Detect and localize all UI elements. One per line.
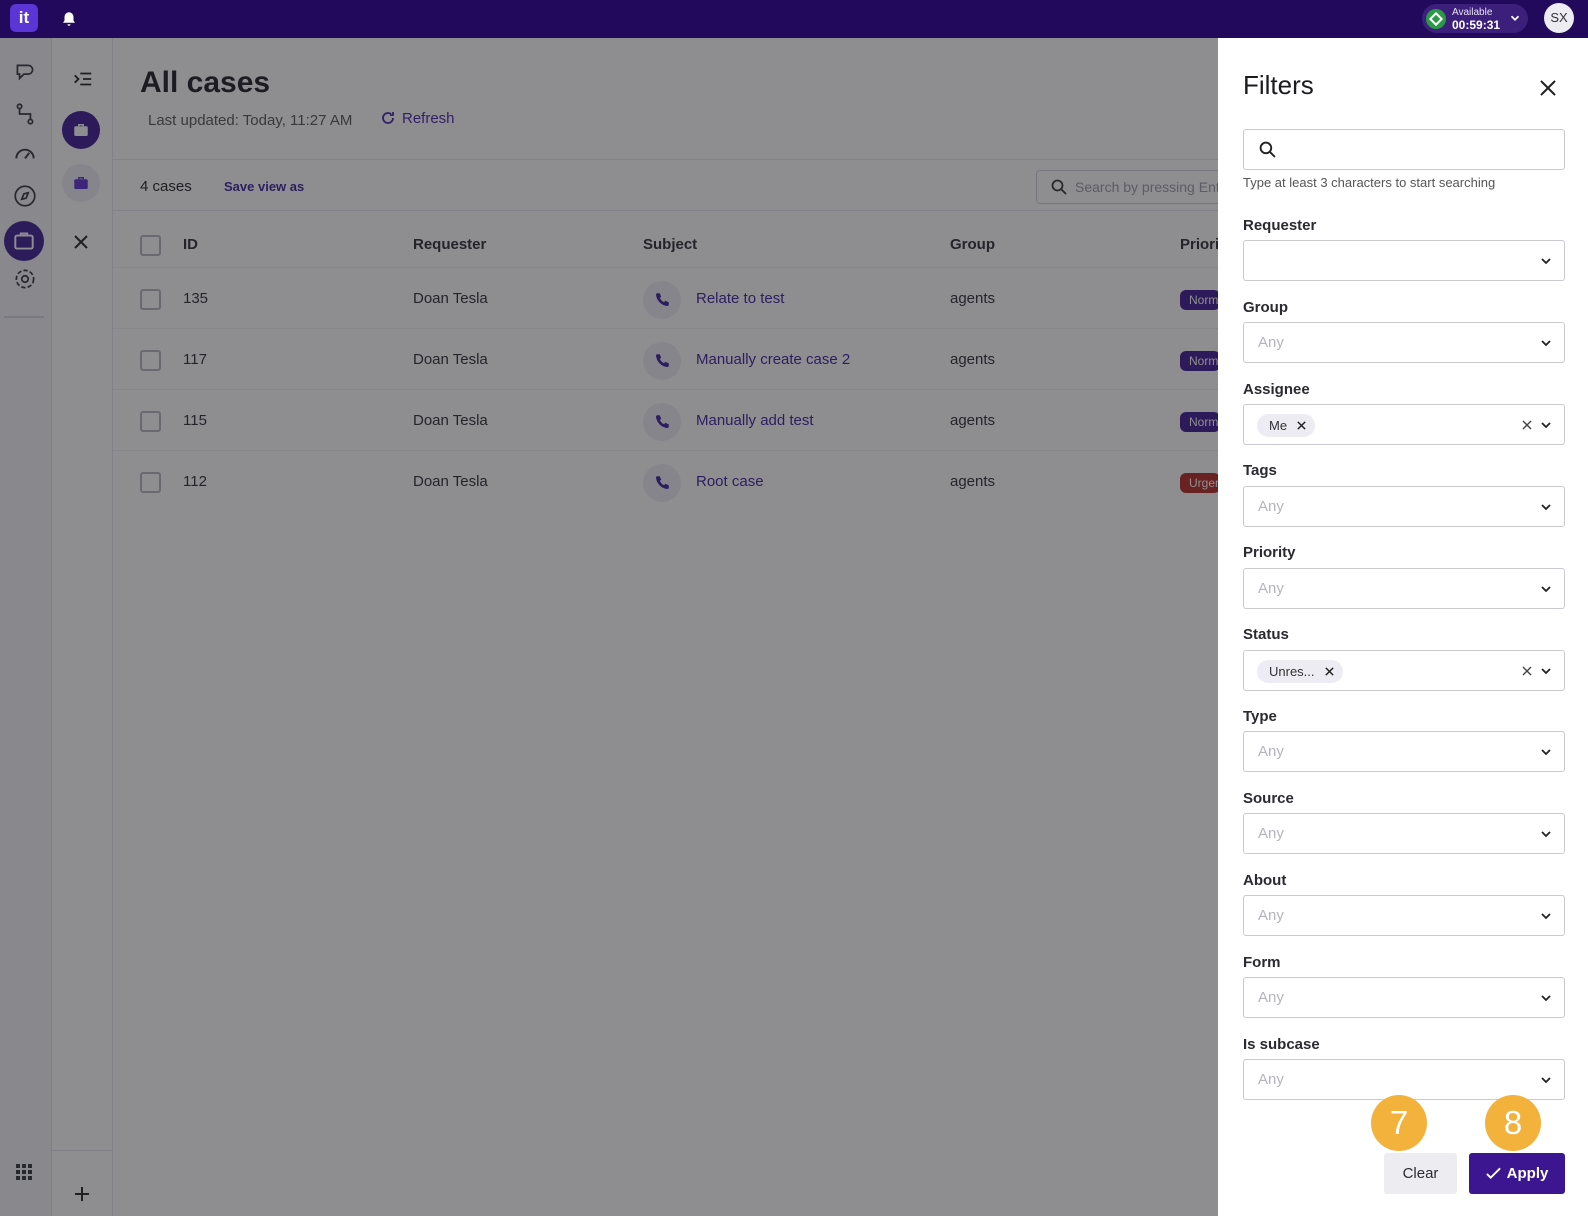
chevron-down-icon xyxy=(1510,15,1520,21)
form-placeholder: Any xyxy=(1258,989,1284,1006)
remove-chip-icon[interactable] xyxy=(1296,420,1307,431)
priority-label: Priority xyxy=(1243,544,1296,561)
status-select[interactable]: Unres... xyxy=(1243,650,1565,691)
chevron-down-icon xyxy=(1541,340,1551,347)
assignee-chip[interactable]: Me xyxy=(1257,414,1316,437)
form-select[interactable]: Any xyxy=(1243,977,1565,1018)
chevron-down-icon xyxy=(1541,995,1551,1002)
available-status-icon xyxy=(1426,9,1446,29)
clear-button[interactable]: Clear xyxy=(1384,1153,1457,1194)
tags-select[interactable]: Any xyxy=(1243,486,1565,527)
group-select[interactable]: Any xyxy=(1243,322,1565,363)
search-hint: Type at least 3 characters to start sear… xyxy=(1243,175,1496,190)
filters-search-input[interactable] xyxy=(1243,129,1565,170)
chevron-down-icon xyxy=(1541,586,1551,593)
apply-label: Apply xyxy=(1506,1165,1549,1182)
app-logo[interactable]: it xyxy=(10,4,38,32)
availability-label: Available xyxy=(1452,7,1493,18)
top-bar: it Available 00:59:31 SX xyxy=(0,0,1588,38)
requester-label: Requester xyxy=(1243,217,1317,234)
status-chip-label: Unres... xyxy=(1269,664,1315,679)
availability-timer: 00:59:31 xyxy=(1452,18,1501,32)
user-avatar[interactable]: SX xyxy=(1544,3,1574,33)
about-label: About xyxy=(1243,872,1287,889)
chevron-down-icon xyxy=(1541,913,1551,920)
is-subcase-label: Is subcase xyxy=(1243,1036,1320,1053)
close-icon[interactable] xyxy=(1536,76,1560,100)
chevron-down-icon xyxy=(1541,1077,1551,1084)
remove-chip-icon[interactable] xyxy=(1324,666,1335,677)
is-subcase-select[interactable]: Any xyxy=(1243,1059,1565,1100)
filters-panel: Filters Type at least 3 characters to st… xyxy=(1218,38,1588,1216)
type-select[interactable]: Any xyxy=(1243,731,1565,772)
status-label: Status xyxy=(1243,626,1289,643)
chevron-down-icon xyxy=(1541,749,1551,756)
step-marker-clear: 7 xyxy=(1371,1095,1427,1151)
chevron-down-icon xyxy=(1541,831,1551,838)
form-label: Form xyxy=(1243,954,1281,971)
is-subcase-placeholder: Any xyxy=(1258,1071,1284,1088)
search-icon xyxy=(1259,141,1276,158)
source-select[interactable]: Any xyxy=(1243,813,1565,854)
chevron-down-icon xyxy=(1541,422,1551,429)
source-label: Source xyxy=(1243,790,1294,807)
group-placeholder: Any xyxy=(1258,334,1284,351)
group-label: Group xyxy=(1243,299,1288,316)
chevron-down-icon xyxy=(1541,504,1551,511)
source-placeholder: Any xyxy=(1258,825,1284,842)
status-chip[interactable]: Unres... xyxy=(1257,660,1343,683)
assignee-label: Assignee xyxy=(1243,381,1310,398)
clear-selection-icon[interactable] xyxy=(1520,418,1534,432)
apply-button[interactable]: Apply xyxy=(1469,1153,1565,1194)
tags-label: Tags xyxy=(1243,462,1277,479)
modal-backdrop[interactable] xyxy=(0,38,1218,1216)
check-icon xyxy=(1485,1167,1501,1180)
requester-select[interactable] xyxy=(1243,240,1565,281)
step-marker-apply: 8 xyxy=(1485,1095,1541,1151)
filters-title: Filters xyxy=(1243,70,1314,100)
availability-toggle[interactable]: Available 00:59:31 xyxy=(1422,4,1528,33)
priority-select[interactable]: Any xyxy=(1243,568,1565,609)
assignee-chip-label: Me xyxy=(1269,418,1288,433)
assignee-select[interactable]: Me xyxy=(1243,404,1565,445)
clear-selection-icon[interactable] xyxy=(1520,664,1534,678)
type-placeholder: Any xyxy=(1258,743,1284,760)
chevron-down-icon xyxy=(1541,258,1551,265)
type-label: Type xyxy=(1243,708,1277,725)
chevron-down-icon xyxy=(1541,668,1551,675)
about-placeholder: Any xyxy=(1258,907,1284,924)
tags-placeholder: Any xyxy=(1258,498,1284,515)
about-select[interactable]: Any xyxy=(1243,895,1565,936)
priority-placeholder: Any xyxy=(1258,580,1284,597)
bell-icon[interactable] xyxy=(60,10,78,28)
